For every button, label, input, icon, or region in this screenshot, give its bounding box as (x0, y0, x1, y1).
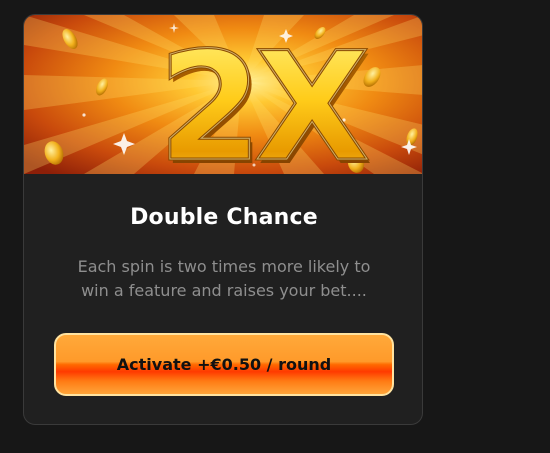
description-line-1: Each spin is two times more likely to (77, 257, 371, 276)
card-title: Double Chance (130, 205, 318, 230)
activate-button[interactable]: Activate +€0.50 / round (54, 333, 394, 396)
card-description: Each spin is two times more likely to wi… (54, 255, 394, 303)
double-chance-banner-image: 2X 2X 2X (24, 15, 422, 174)
activate-button-label: Activate +€0.50 / round (116, 355, 332, 374)
description-line-2: win a feature and raises your bet.... (81, 281, 367, 300)
svg-text:2X: 2X (158, 21, 367, 174)
double-chance-card: 2X 2X 2X Double Chance Each spin is two … (23, 14, 423, 425)
